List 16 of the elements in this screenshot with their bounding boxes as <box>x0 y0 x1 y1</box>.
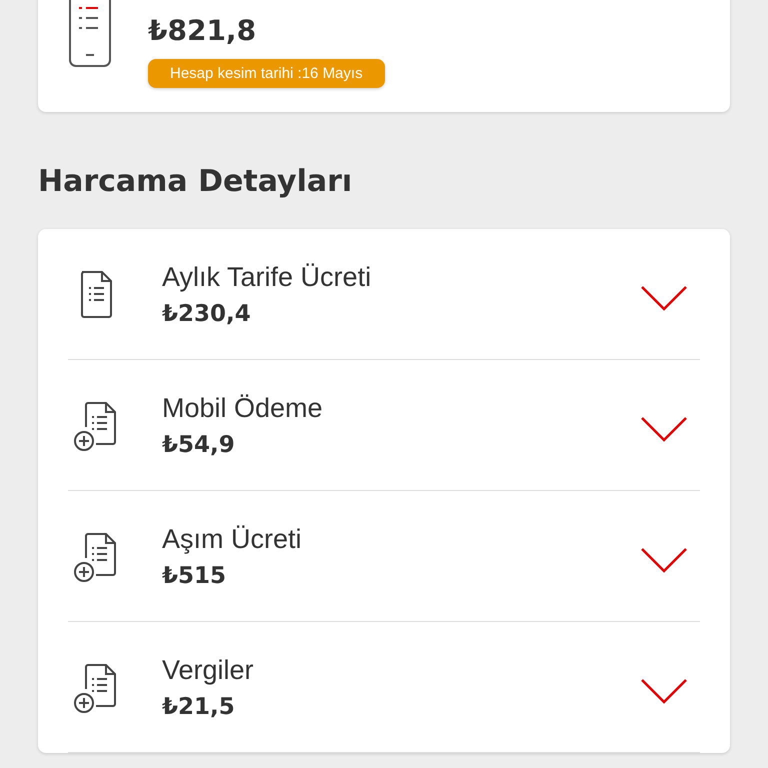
chevron-down-icon[interactable] <box>640 285 688 313</box>
item-amount: ₺515 <box>162 562 228 588</box>
item-amount: ₺230,4 <box>162 300 252 326</box>
item-amount: ₺54,9 <box>162 432 236 458</box>
chevron-down-icon[interactable] <box>640 416 688 444</box>
total-amount: ₺821,8 <box>148 14 258 47</box>
item-title: Vergiler <box>162 654 255 686</box>
chevron-down-icon[interactable] <box>640 678 688 706</box>
chevron-down-icon[interactable] <box>640 547 688 575</box>
phone-icon <box>68 0 112 70</box>
item-amount: ₺21,5 <box>162 694 236 720</box>
item-title: Aşım Ücreti <box>162 524 303 554</box>
item-title: Aylık Tarife Ücreti <box>162 262 372 292</box>
section-title: Harcama Detayları <box>38 164 354 199</box>
due-date-badge: Hesap kesim tarihi :16 Mayıs <box>148 59 385 88</box>
item-title: Mobil Ödeme <box>162 392 324 424</box>
